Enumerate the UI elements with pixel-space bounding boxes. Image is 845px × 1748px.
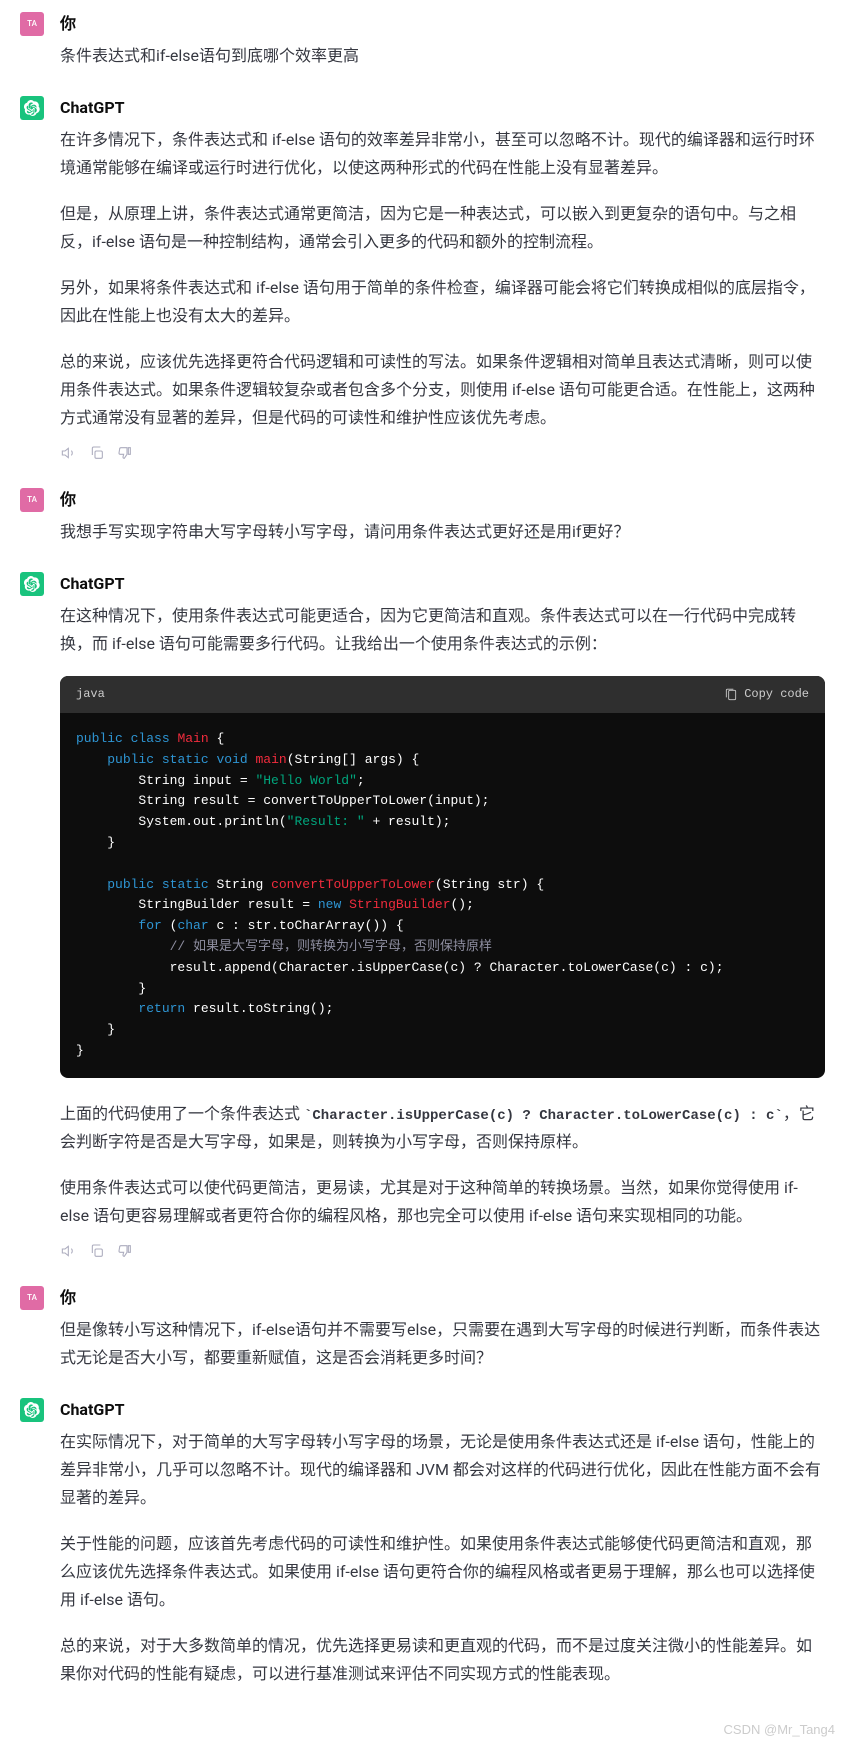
ai-name: ChatGPT: [60, 94, 825, 122]
ai-text: 另外，如果将条件表达式和 if-else 语句用于简单的条件检查，编译器可能会将…: [60, 274, 825, 330]
code-content: public class Main { public static void m…: [60, 713, 825, 1078]
user-avatar: TA: [20, 12, 44, 36]
message-actions: [60, 444, 825, 462]
user-name: 你: [60, 10, 825, 38]
ai-text: 但是，从原理上讲，条件表达式通常更简洁，因为它是一种表达式，可以嵌入到更复杂的语…: [60, 200, 825, 256]
ai-text: 在许多情况下，条件表达式和 if-else 语句的效率差异非常小，甚至可以忽略不…: [60, 126, 825, 182]
ai-message: ChatGPT 在实际情况下，对于简单的大写字母转小写字母的场景，无论是使用条件…: [20, 1396, 825, 1688]
ai-text: 总的来说，应该优先选择更符合代码逻辑和可读性的写法。如果条件逻辑相对简单且表达式…: [60, 348, 825, 432]
clipboard-icon: [724, 688, 738, 702]
user-text: 条件表达式和if-else语句到底哪个效率更高: [60, 42, 825, 70]
copy-icon[interactable]: [88, 444, 106, 462]
user-text: 我想手写实现字符串大写字母转小写字母，请问用条件表达式更好还是用if更好？: [60, 518, 825, 546]
user-message: TA 你 但是像转小写这种情况下，if-else语句并不需要写else，只需要在…: [20, 1284, 825, 1372]
user-text: 但是像转小写这种情况下，if-else语句并不需要写else，只需要在遇到大写字…: [60, 1316, 825, 1372]
user-avatar: TA: [20, 488, 44, 512]
code-block: java Copy code public class Main { publi…: [60, 676, 825, 1078]
ai-text: 使用条件表达式可以使代码更简洁，更易读，尤其是对于这种简单的转换场景。当然，如果…: [60, 1174, 825, 1230]
ai-message: ChatGPT 在这种情况下，使用条件表达式可能更适合，因为它更简洁和直观。条件…: [20, 570, 825, 1260]
inline-code: `Character.isUpperCase(c) ? Character.to…: [304, 1108, 783, 1124]
ai-avatar: [20, 572, 44, 596]
watermark: CSDN @Mr_Tang4: [724, 1719, 835, 1742]
user-name: 你: [60, 1284, 825, 1312]
user-avatar: TA: [20, 1286, 44, 1310]
thumbs-down-icon[interactable]: [116, 444, 134, 462]
ai-name: ChatGPT: [60, 570, 825, 598]
speak-icon[interactable]: [60, 1242, 78, 1260]
ai-text: 在这种情况下，使用条件表达式可能更适合，因为它更简洁和直观。条件表达式可以在一行…: [60, 602, 825, 658]
thumbs-down-icon[interactable]: [116, 1242, 134, 1260]
ai-text: 关于性能的问题，应该首先考虑代码的可读性和维护性。如果使用条件表达式能够使代码更…: [60, 1530, 825, 1614]
ai-text: 上面的代码使用了一个条件表达式 `Character.isUpperCase(c…: [60, 1100, 825, 1157]
copy-code-button[interactable]: Copy code: [724, 684, 809, 705]
code-header: java Copy code: [60, 676, 825, 713]
ai-avatar: [20, 1398, 44, 1422]
speak-icon[interactable]: [60, 444, 78, 462]
ai-avatar: [20, 96, 44, 120]
copy-icon[interactable]: [88, 1242, 106, 1260]
conversation: TA 你 条件表达式和if-else语句到底哪个效率更高 ChatGPT 在许多…: [0, 0, 845, 1742]
copy-code-label: Copy code: [744, 684, 809, 705]
ai-text: 在实际情况下，对于简单的大写字母转小写字母的场景，无论是使用条件表达式还是 if…: [60, 1428, 825, 1512]
ai-text: 总的来说，对于大多数简单的情况，优先选择更易读和更直观的代码，而不是过度关注微小…: [60, 1632, 825, 1688]
message-actions: [60, 1242, 825, 1260]
user-name: 你: [60, 486, 825, 514]
ai-message: ChatGPT 在许多情况下，条件表达式和 if-else 语句的效率差异非常小…: [20, 94, 825, 462]
user-message: TA 你 条件表达式和if-else语句到底哪个效率更高: [20, 10, 825, 70]
code-lang-label: java: [76, 684, 105, 705]
ai-name: ChatGPT: [60, 1396, 825, 1424]
user-message: TA 你 我想手写实现字符串大写字母转小写字母，请问用条件表达式更好还是用if更…: [20, 486, 825, 546]
